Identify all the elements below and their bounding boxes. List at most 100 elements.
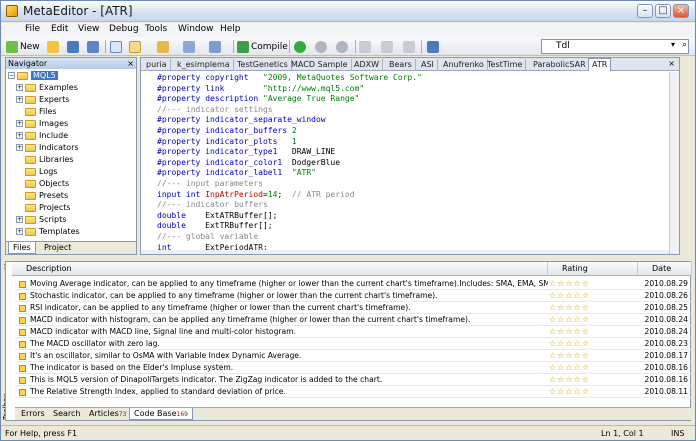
code-area[interactable]: #property copyright "2009, MetaQuotes So… (157, 73, 677, 253)
variable-icon (183, 40, 195, 53)
menu-window[interactable]: Window (178, 24, 214, 34)
folder-icon (25, 143, 36, 152)
list-item[interactable]: MACD indicator with MACD line, Signal li… (16, 326, 692, 338)
navigator-tree: − MQL5 + Examples + Experts Files + Images +… (6, 69, 136, 241)
tab-articles[interactable]: Articles73 (85, 408, 130, 420)
title-bar: MetaEditor - [ATR] – □ × (1, 1, 695, 22)
stop-debug-button[interactable] (336, 39, 348, 54)
close-tab-icon[interactable]: × (668, 59, 675, 68)
var-button[interactable] (183, 39, 195, 54)
play-icon (294, 40, 306, 53)
tree-item[interactable]: + Indicators (16, 142, 79, 153)
search-dropdown-icon[interactable]: ▾ (671, 40, 675, 49)
article-icon (19, 341, 26, 348)
pause-debug-button[interactable] (315, 39, 327, 54)
menu-edit[interactable]: Edit (51, 24, 68, 34)
step-into-button[interactable] (359, 39, 371, 54)
menu-file[interactable]: File (25, 24, 40, 34)
editor-tab-active[interactable]: ATR (588, 58, 612, 71)
save-all-button[interactable] (87, 39, 99, 54)
tree-item[interactable]: + Include (16, 130, 68, 141)
list-item[interactable]: The Relative Strength Index, applied to … (16, 386, 692, 398)
editor-tab[interactable]: puria (143, 59, 171, 71)
rating-stars: ☆☆☆☆☆ (549, 375, 590, 384)
rating-stars: ☆☆☆☆☆ (549, 351, 590, 360)
column-date[interactable]: Date (638, 262, 692, 276)
function-icon (209, 40, 221, 53)
tree-item[interactable]: Presets (25, 190, 68, 201)
tab-code-base[interactable]: Code Base169 (129, 408, 193, 420)
navigator-toggle-button[interactable] (110, 39, 122, 54)
menu-tools[interactable]: Tools (145, 24, 167, 34)
list-item[interactable]: It's an oscillator, similar to OsMA with… (16, 350, 692, 362)
tab-project[interactable]: Project (40, 242, 75, 254)
step-over-button[interactable] (381, 39, 393, 54)
tab-search[interactable]: Search (49, 408, 84, 420)
save-button[interactable] (67, 39, 79, 54)
maximize-icon[interactable]: □ (655, 4, 671, 18)
tree-item[interactable]: Libraries (25, 154, 74, 165)
folder-icon (25, 191, 36, 200)
list-item[interactable]: The MACD oscillator with zero lag. ☆☆☆☆☆ 2… (16, 338, 692, 350)
tree-item[interactable]: Logs (25, 166, 57, 177)
tab-files[interactable]: Files (8, 242, 36, 254)
search-field-value: Tdl (556, 41, 570, 51)
tree-item[interactable]: + Examples (16, 82, 78, 93)
close-navigator-icon[interactable]: × (127, 58, 134, 69)
search-go-icon[interactable]: ⌕ (682, 40, 687, 50)
editor-tab[interactable]: TestGenetics (234, 59, 292, 71)
editor-tab[interactable]: MACD Sample (288, 59, 352, 71)
editor-tab[interactable]: ASI (418, 59, 438, 71)
editor-vertical-scrollbar[interactable] (669, 72, 679, 254)
new-button[interactable]: New (6, 39, 40, 54)
editor-tab[interactable]: Anufrenko (440, 59, 488, 71)
list-item[interactable]: The indicator is based on the Elder's Im… (16, 362, 692, 374)
column-description[interactable]: Description (12, 262, 548, 276)
editor-horizontal-scrollbar[interactable] (141, 250, 669, 254)
tree-item[interactable]: + Images (16, 118, 68, 129)
menu-help[interactable]: Help (220, 24, 241, 34)
list-item[interactable]: This is MQL5 version of DinapoliTargets … (16, 374, 692, 386)
tree-root[interactable]: − MQL5 (8, 70, 58, 81)
column-rating[interactable]: Rating (548, 262, 638, 276)
open-button[interactable] (47, 39, 59, 54)
folder-icon (25, 179, 36, 188)
tree-item[interactable]: + Experts (16, 94, 69, 105)
list-item[interactable]: Moving Average indicator, can be applied… (16, 278, 692, 290)
start-debug-button[interactable] (294, 39, 306, 54)
list-item[interactable]: RSI indicator, can be applied to any tim… (16, 302, 692, 314)
tree-item[interactable]: Objects (25, 178, 69, 189)
menu-debug[interactable]: Debug (109, 24, 139, 34)
editor-tab[interactable]: TestTime (484, 59, 527, 71)
insert-button[interactable] (157, 39, 169, 54)
tree-item[interactable]: + Templates (16, 226, 80, 237)
list-item[interactable]: MACD indicator with histogram, can be ap… (16, 314, 692, 326)
terminal-button[interactable] (427, 39, 439, 54)
compile-button[interactable]: Compile (237, 39, 288, 54)
editor-tab[interactable]: ADXW (351, 59, 384, 71)
folder-icon (25, 119, 36, 128)
code-editor: puria k_esimplema TestGenetics MACD Samp… (140, 57, 680, 255)
list-item[interactable]: Stochastic indicator, can be applied to … (16, 290, 692, 302)
toolbox-toggle-button[interactable] (129, 39, 141, 54)
search-input[interactable]: Tdl (541, 39, 689, 54)
tree-item[interactable]: + Scripts (16, 214, 66, 225)
close-icon[interactable]: × (673, 4, 689, 18)
menu-view[interactable]: View (78, 24, 99, 34)
articles-count-badge: 73 (118, 411, 127, 418)
editor-tab[interactable]: k_esimplema (174, 59, 234, 71)
folder-icon (25, 83, 36, 92)
function-button[interactable] (209, 39, 221, 54)
step-over-icon (381, 40, 393, 53)
editor-tab[interactable]: ParabolicSAR (530, 59, 590, 71)
codebase-list: Description Rating Date Moving Average i… (5, 261, 692, 421)
tree-item[interactable]: Files (25, 106, 57, 117)
editor-tab[interactable]: Bears (386, 59, 416, 71)
folder-icon (25, 107, 36, 116)
step-out-button[interactable] (403, 39, 415, 54)
tree-item[interactable]: Projects (25, 202, 71, 213)
window-title: MetaEditor - [ATR] (23, 4, 133, 18)
tab-errors[interactable]: Errors (17, 408, 49, 420)
status-help-text: For Help, press F1 (5, 429, 78, 438)
minimize-icon[interactable]: – (637, 4, 653, 18)
